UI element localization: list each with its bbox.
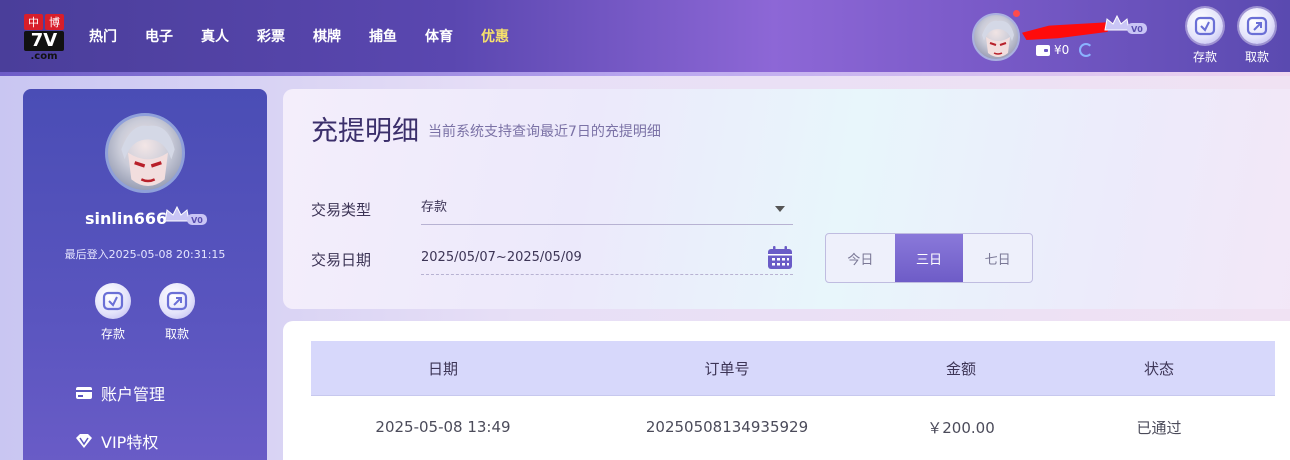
nav-item-live[interactable]: 真人	[201, 27, 229, 47]
header-deposit-button[interactable]: 存款	[1185, 8, 1225, 65]
logo-cn-left: 中	[24, 14, 43, 30]
vip-level-text: V0	[191, 216, 203, 225]
deposit-icon	[102, 291, 124, 311]
sidebar-vip-badge: V0	[163, 205, 209, 231]
cell-status: 已通过	[1136, 418, 1182, 437]
top-navigation-bar: 中 博 7V .com 热门 电子 真人 彩票 棋牌 捕鱼 体育 优惠 V0 ¥	[0, 0, 1290, 76]
refresh-icon[interactable]	[1079, 43, 1094, 57]
avatar-face-icon	[982, 20, 1014, 57]
column-header-status: 状态	[1143, 359, 1174, 378]
nav-item-fishing[interactable]: 捕鱼	[369, 27, 397, 47]
filter-panel: 充提明细 当前系统支持查询最近7日的充提明细 交易类型 存款 交易日期 2025…	[283, 89, 1290, 309]
main-nav: 热门 电子 真人 彩票 棋牌 捕鱼 体育 优惠	[89, 27, 537, 47]
nav-item-lottery[interactable]: 彩票	[257, 27, 285, 47]
wallet-icon	[1036, 44, 1050, 56]
nav-item-cards[interactable]: 棋牌	[313, 27, 341, 47]
records-table-card: 日期 订单号 金额 状态 2025-05-08 13:49 2025050813…	[283, 321, 1290, 460]
crown-icon: V0	[1104, 14, 1147, 34]
sidebar-avatar[interactable]	[105, 113, 185, 193]
card-icon	[76, 387, 92, 399]
range-7days-button[interactable]: 七日	[963, 234, 1032, 282]
logo-cn-right: 博	[45, 14, 64, 30]
deposit-circle	[1187, 8, 1223, 44]
header-withdraw-button[interactable]: 取款	[1237, 8, 1277, 65]
nav-item-promotions[interactable]: 优惠	[481, 27, 509, 47]
avatar-face-icon	[121, 125, 175, 186]
sidebar-item-vip[interactable]: VIP特权	[75, 429, 158, 453]
vip-level-text: V0	[1131, 25, 1143, 34]
date-range-toggle: 今日 三日 七日	[825, 233, 1033, 283]
transaction-date-label: 交易日期	[311, 251, 372, 269]
cell-date: 2025-05-08 13:49	[375, 418, 511, 436]
nav-item-sports[interactable]: 体育	[425, 27, 453, 47]
sidebar-item-account[interactable]: 账户管理	[75, 381, 165, 405]
diamond-icon	[76, 434, 92, 448]
redaction-mark	[1022, 22, 1112, 40]
sidebar-withdraw-button[interactable]: 取款	[157, 283, 197, 342]
calendar-icon[interactable]	[767, 246, 793, 270]
range-3days-button[interactable]: 三日	[894, 234, 964, 282]
column-header-amount: 金额	[945, 359, 976, 378]
header-withdraw-label: 取款	[1244, 50, 1269, 64]
balance-amount: ¥0	[1054, 43, 1070, 57]
sidebar-deposit-button[interactable]: 存款	[93, 283, 133, 342]
sidebar-item-label: VIP特权	[101, 433, 159, 452]
transaction-type-select[interactable]: 存款	[421, 191, 793, 225]
withdraw-icon	[1246, 16, 1268, 36]
logo-cn: 中 博	[24, 14, 64, 30]
cell-order-no: 20250508134935929	[645, 418, 809, 436]
deposit-circle	[95, 283, 131, 319]
nav-item-slots[interactable]: 电子	[145, 27, 173, 47]
vip-badge: V0	[1103, 14, 1149, 40]
notification-dot	[1013, 10, 1020, 17]
sidebar: sinlin666 V0 最后登入2025-05-08 20:31:15 存款 …	[23, 89, 267, 460]
sidebar-deposit-label: 存款	[100, 327, 125, 341]
sidebar-withdraw-label: 取款	[164, 327, 189, 341]
logo-number: 7V	[24, 31, 64, 51]
table-row[interactable]: 2025-05-08 13:49 20250508134935929 ￥200.…	[311, 397, 1275, 457]
crown-icon: V0	[164, 205, 207, 225]
table-header: 日期 订单号 金额 状态	[311, 341, 1275, 396]
column-header-date: 日期	[427, 359, 458, 378]
date-range-value: 2025/05/07~2025/05/09	[421, 250, 582, 265]
range-today-button[interactable]: 今日	[826, 234, 895, 282]
chevron-down-icon	[775, 206, 785, 212]
withdraw-circle	[1239, 8, 1275, 44]
site-logo[interactable]: 中 博 7V .com	[24, 14, 64, 62]
page-title: 充提明细	[311, 116, 419, 147]
withdraw-icon	[166, 291, 188, 311]
column-header-order-no: 订单号	[704, 359, 750, 378]
username: sinlin666	[85, 209, 168, 228]
user-avatar[interactable]	[972, 13, 1020, 61]
balance-display: ¥0	[1036, 43, 1094, 57]
withdraw-circle	[159, 283, 195, 319]
page-subtitle: 当前系统支持查询最近7日的充提明细	[428, 124, 661, 140]
deposit-icon	[1194, 16, 1216, 36]
sidebar-item-label: 账户管理	[101, 385, 166, 404]
cell-amount: ￥200.00	[927, 418, 995, 437]
transaction-type-value: 存款	[421, 200, 448, 215]
last-login-text: 最后登入2025-05-08 20:31:15	[64, 248, 226, 261]
header-deposit-label: 存款	[1192, 50, 1217, 64]
date-range-input[interactable]: 2025/05/07~2025/05/09	[421, 241, 793, 275]
logo-domain: .com	[30, 51, 58, 62]
nav-item-hot[interactable]: 热门	[89, 27, 117, 47]
transaction-type-label: 交易类型	[311, 201, 372, 219]
